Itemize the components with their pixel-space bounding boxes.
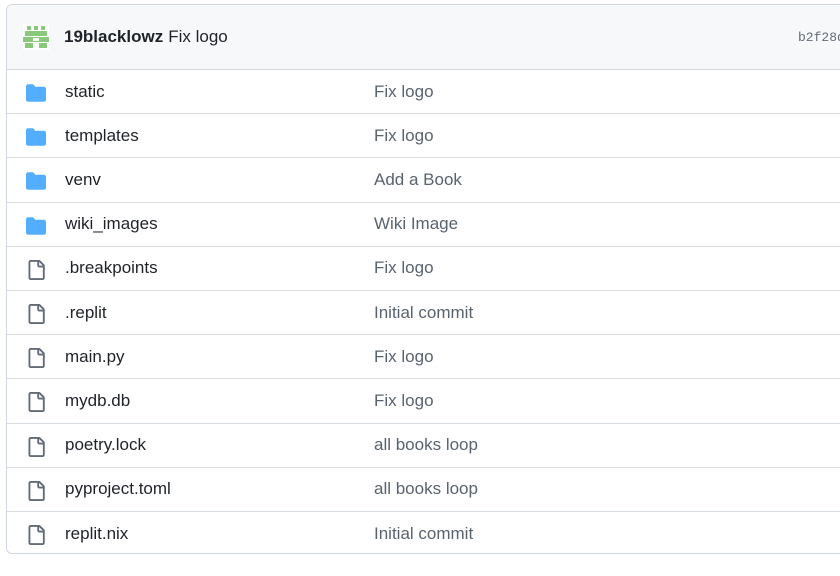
commit-summary: 19blacklowz Fix logo (64, 5, 228, 69)
file-name-link[interactable]: static (65, 70, 105, 113)
file-name-link[interactable]: venv (65, 158, 101, 201)
file-icon (26, 259, 46, 280)
commit-sha[interactable]: b2f28d (798, 5, 840, 69)
file-name-link[interactable]: .breakpoints (65, 247, 158, 290)
file-icon (26, 303, 46, 324)
commit-message-link[interactable]: Fix logo (374, 70, 434, 113)
file-row[interactable]: static Fix logo (7, 70, 840, 115)
file-row[interactable]: main.py Fix logo (7, 335, 840, 380)
file-name-link[interactable]: pyproject.toml (65, 468, 171, 511)
file-name-link[interactable]: .replit (65, 291, 107, 334)
file-list: static Fix logo templates Fix logo venv Add a… (7, 70, 840, 553)
commit-message-link[interactable]: Initial commit (374, 512, 473, 553)
folder-icon (26, 83, 46, 103)
file-row[interactable]: poetry.lock all books loop (7, 424, 840, 468)
file-browser: 19blacklowz Fix logo b2f28d static Fix lo… (6, 4, 840, 554)
commit-message-link[interactable]: Fix logo (374, 247, 434, 290)
folder-icon (26, 171, 46, 191)
file-row[interactable]: templates Fix logo (7, 114, 840, 159)
file-row[interactable]: wiki_images Wiki Image (7, 203, 840, 247)
commit-message[interactable]: Fix logo (168, 27, 228, 47)
folder-icon (26, 127, 46, 147)
file-row[interactable]: replit.nix Initial commit (7, 512, 840, 553)
commit-message-link[interactable]: Fix logo (374, 335, 434, 378)
file-name-link[interactable]: templates (65, 114, 139, 157)
folder-icon (26, 216, 46, 236)
file-name-link[interactable]: wiki_images (65, 203, 158, 246)
file-row[interactable]: .replit Initial commit (7, 291, 840, 336)
file-icon (26, 480, 46, 501)
file-row[interactable]: venv Add a Book (7, 158, 840, 203)
file-name-link[interactable]: main.py (65, 335, 125, 378)
latest-commit-header: 19blacklowz Fix logo b2f28d (7, 5, 840, 70)
file-icon (26, 348, 46, 369)
commit-message-link[interactable]: Fix logo (374, 114, 434, 157)
commit-message-link[interactable]: Fix logo (374, 379, 434, 422)
avatar[interactable] (23, 24, 49, 50)
file-icon (26, 524, 46, 545)
file-name-link[interactable]: mydb.db (65, 379, 130, 422)
file-row[interactable]: .breakpoints Fix logo (7, 247, 840, 291)
commit-message-link[interactable]: Wiki Image (374, 203, 458, 246)
commit-message-link[interactable]: all books loop (374, 468, 478, 511)
commit-message-link[interactable]: all books loop (374, 424, 478, 467)
commit-message-link[interactable]: Add a Book (374, 158, 462, 201)
file-name-link[interactable]: replit.nix (65, 512, 128, 553)
file-name-link[interactable]: poetry.lock (65, 424, 146, 467)
commit-message-link[interactable]: Initial commit (374, 291, 473, 334)
file-icon (26, 436, 46, 457)
file-row[interactable]: pyproject.toml all books loop (7, 468, 840, 512)
file-row[interactable]: mydb.db Fix logo (7, 379, 840, 424)
commit-author[interactable]: 19blacklowz (64, 27, 163, 47)
file-icon (26, 392, 46, 413)
